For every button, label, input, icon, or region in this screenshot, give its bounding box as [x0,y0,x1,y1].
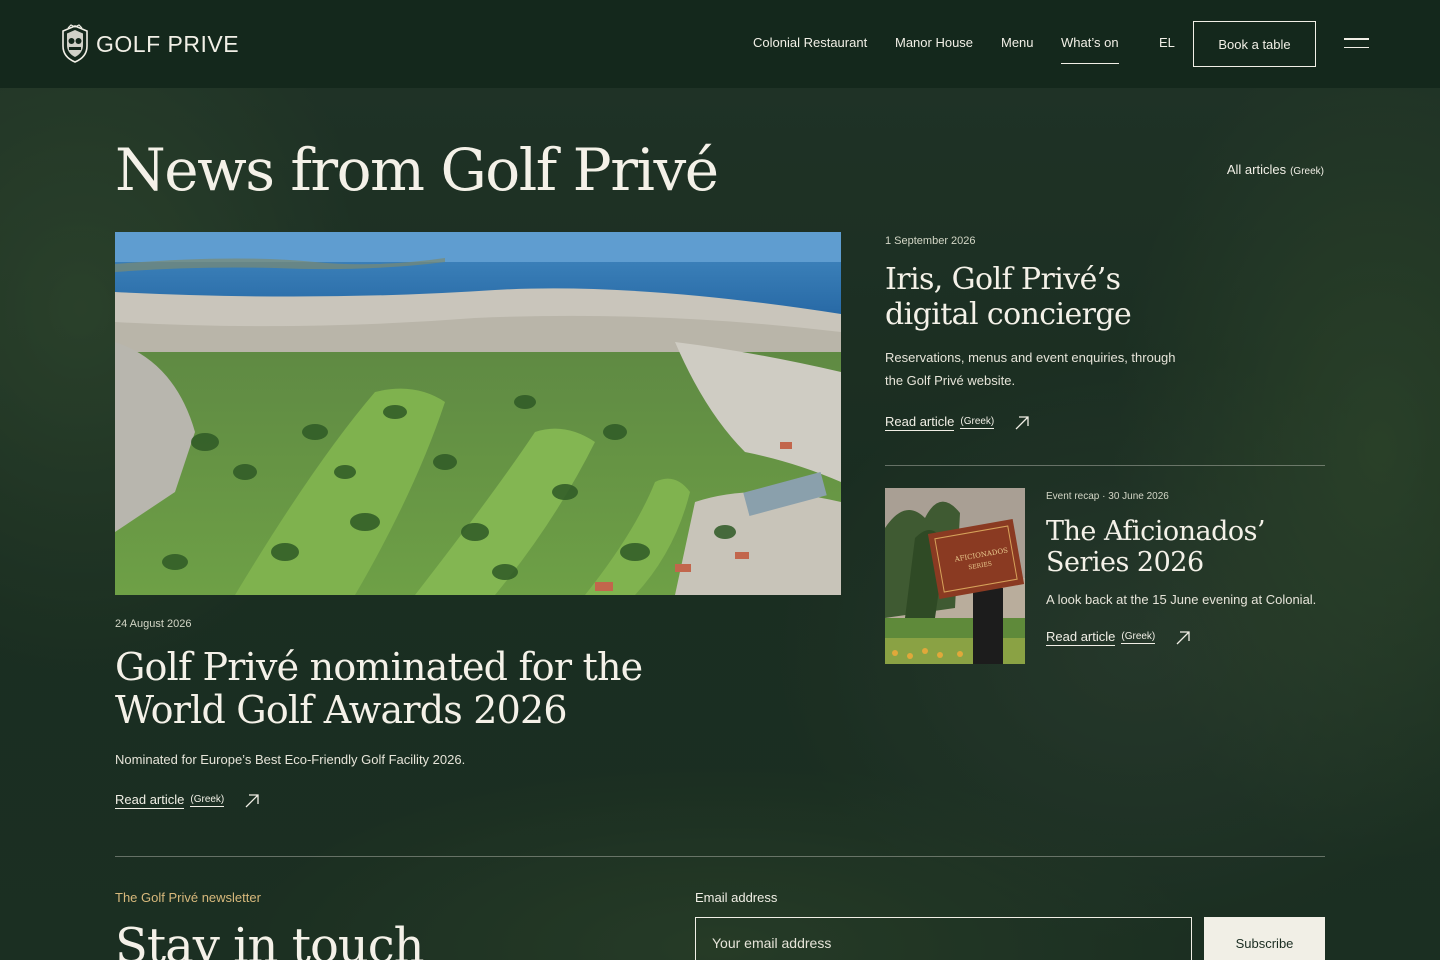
nav-manor-house[interactable]: Manor House [895,35,973,50]
newsletter-label: The Golf Privé newsletter [115,890,261,905]
recap-article-title[interactable]: The Aficionados’ Series 2026 [1046,516,1266,578]
feature-article-date: 24 August 2026 [115,618,192,630]
logo-text: GOLF PRIVE [96,30,240,57]
logo[interactable]: GOLF PRIVE [60,24,239,64]
side-read-article-link[interactable]: Read article (Greek) [885,414,1030,431]
recap-article-image[interactable]: AFICIONADOS SERIES [885,488,1025,664]
nav-whats-on[interactable]: What’s on [1061,35,1119,64]
feature-title-line-1: Golf Privé nominated for the [115,645,643,689]
language-tag: (Greek) [1290,166,1324,177]
feature-article-title[interactable]: Golf Privé nominated for the World Golf … [115,645,643,732]
site-header: GOLF PRIVE Colonial Restaurant Manor Hou… [0,0,1440,88]
side-summary-line-2: the Golf Privé website. [885,373,1016,388]
side-title-line-1: Iris, Golf Privé’s [885,262,1121,297]
book-table-button[interactable]: Book a table [1193,21,1316,67]
email-input[interactable] [695,917,1192,960]
arrow-up-right-icon [245,793,259,807]
recap-title-line-1: The Aficionados’ [1046,516,1266,547]
nav-colonial-restaurant[interactable]: Colonial Restaurant [753,35,867,50]
page-title: News from Golf Privé [115,136,719,204]
newsletter-title: Stay in touch [115,918,425,960]
recap-read-article-link[interactable]: Read article (Greek) [1046,629,1191,646]
section-divider [115,856,1325,857]
recap-article-date: Event recap · 30 June 2026 [1046,491,1169,502]
all-articles-link[interactable]: All articles (Greek) [1227,162,1324,177]
menu-icon[interactable] [1344,38,1369,50]
subscribe-button[interactable]: Subscribe [1204,917,1325,960]
read-article-label: Read article [1046,629,1116,646]
side-summary-line-1: Reservations, menus and event enquiries,… [885,350,1176,365]
side-title-line-2: digital concierge [885,297,1132,332]
arrow-up-right-icon [1176,630,1190,644]
feature-title-line-2: World Golf Awards 2026 [115,688,568,732]
feature-read-article-link[interactable]: Read article (Greek) [115,792,260,809]
read-article-label: Read article [885,414,955,431]
side-article-summary: Reservations, menus and event enquiries,… [885,346,1176,392]
recap-title-line-2: Series 2026 [1046,547,1204,578]
nav-menu[interactable]: Menu [1001,35,1034,50]
recap-article-summary: A look back at the 15 June evening at Co… [1046,592,1317,607]
all-articles-label: All articles [1226,162,1287,177]
side-article-title[interactable]: Iris, Golf Privé’s digital concierge [885,262,1132,332]
crest-logo-icon [62,24,88,63]
language-tag: (Greek) [960,416,995,429]
language-tag: (Greek) [1121,631,1156,644]
email-label: Email address [695,890,778,905]
arrow-up-right-icon [1015,415,1029,429]
article-divider [885,465,1325,466]
read-article-label: Read article [115,792,185,809]
language-switch[interactable]: EL [1159,35,1175,50]
side-article-date: 1 September 2026 [885,235,976,247]
language-tag: (Greek) [190,794,225,807]
feature-article-image[interactable] [115,232,841,595]
feature-article-summary: Nominated for Europe’s Best Eco-Friendly… [115,752,466,767]
